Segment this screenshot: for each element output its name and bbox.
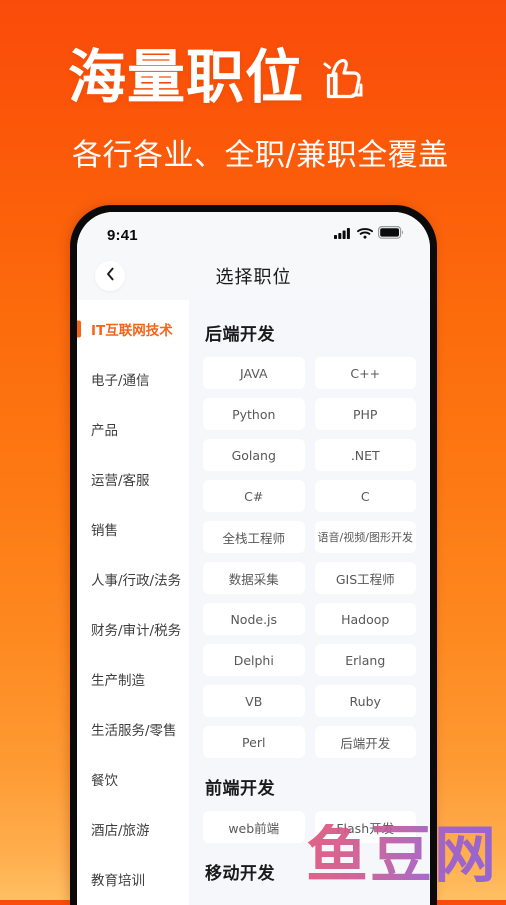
sidebar-item-hr[interactable]: 人事/行政/法务 [77,554,189,604]
sidebar-item-product[interactable]: 产品 [77,404,189,454]
nav-bar: 选择职位 [77,252,430,300]
cellular-signal-icon [334,226,352,244]
tag-item[interactable]: Ruby [314,685,416,717]
sidebar-item-label: 生活服务/零售 [91,723,177,739]
battery-icon [378,226,404,244]
sidebar-item-label: 生产制造 [91,673,145,689]
back-button[interactable] [95,261,125,291]
tag-item[interactable]: Erlang [314,644,416,676]
status-time: 9:41 [107,226,138,244]
sidebar-item-label: IT互联网技术 [91,323,173,339]
sidebar-item-manufacturing[interactable]: 生产制造 [77,654,189,704]
sidebar-item-finance[interactable]: 财务/审计/税务 [77,604,189,654]
tag-item[interactable]: 语音/视频/图形开发 [314,521,416,553]
hero-subtitle: 各行各业、全职/兼职全覆盖 [72,138,449,173]
tag-item[interactable]: 全栈工程师 [203,521,305,553]
sidebar-item-retail[interactable]: 生活服务/零售 [77,704,189,754]
sidebar-item-sales[interactable]: 销售 [77,504,189,554]
sidebar-item-it[interactable]: IT互联网技术 [77,304,189,354]
group-title-mobile: 移动开发 [205,864,275,884]
tag-item[interactable]: 数据采集 [203,562,305,594]
chevron-left-icon [105,267,116,286]
tag-item[interactable]: C [314,480,416,512]
tag-item[interactable]: C# [203,480,305,512]
sidebar-item-hotel[interactable]: 酒店/旅游 [77,804,189,854]
sidebar-item-label: 酒店/旅游 [91,823,150,839]
tag-item[interactable]: 后端开发 [314,726,416,758]
thumbs-up-icon [320,54,366,107]
group-title-frontend: 前端开发 [205,779,275,799]
sidebar-item-label: 运营/客服 [91,473,150,489]
status-bar: 9:41 [77,212,430,252]
tag-item[interactable]: PHP [314,398,416,430]
tag-item[interactable]: Perl [203,726,305,758]
status-icons [334,226,404,244]
sidebar-item-operations[interactable]: 运营/客服 [77,454,189,504]
sidebar-item-electronics[interactable]: 电子/通信 [77,354,189,404]
tag-item[interactable]: Golang [203,439,305,471]
job-tag-panel: 后端开发 JAVA C++ Python PHP Golang .NET C# … [189,300,430,905]
sidebar-item-label: 产品 [91,423,118,439]
tag-item[interactable]: Hadoop [314,603,416,635]
group-title-backend: 后端开发 [205,325,275,345]
category-sidebar[interactable]: IT互联网技术 电子/通信 产品 运营/客服 销售 人事/行政/法务 财务/审计… [77,300,189,905]
sidebar-item-catering[interactable]: 餐饮 [77,754,189,804]
sidebar-item-label: 财务/审计/税务 [91,623,182,639]
hero-title-row: 海量职位 [68,46,366,108]
sidebar-item-label: 电子/通信 [91,373,150,389]
tag-item[interactable]: VB [203,685,305,717]
tag-item[interactable]: web前端 [203,811,305,843]
tag-item[interactable]: Delphi [203,644,305,676]
tag-item[interactable]: GIS工程师 [314,562,416,594]
tag-grid-backend: JAVA C++ Python PHP Golang .NET C# C 全栈工… [203,357,416,758]
tag-item[interactable]: Python [203,398,305,430]
tag-item[interactable]: Node.js [203,603,305,635]
content-area: IT互联网技术 电子/通信 产品 运营/客服 销售 人事/行政/法务 财务/审计… [77,300,430,905]
phone-screen: 9:41 选择职位 IT互联网技术 电子/通信 产品 运营/客服 销售 人事/行… [77,212,430,905]
page-title: 海量职位 [68,43,305,111]
tag-item[interactable]: .NET [314,439,416,471]
sidebar-item-label: 人事/行政/法务 [91,573,182,589]
phone-mockup: 9:41 选择职位 IT互联网技术 电子/通信 产品 运营/客服 销售 人事/行… [70,205,437,905]
tag-item[interactable]: JAVA [203,357,305,389]
tag-grid-frontend: web前端 Flash开发 [203,811,416,843]
tag-item[interactable]: Flash开发 [314,811,416,843]
sidebar-item-label: 教育培训 [91,873,145,889]
sidebar-item-label: 餐饮 [91,773,118,789]
wifi-icon [357,226,373,244]
sidebar-item-education[interactable]: 教育培训 [77,854,189,904]
nav-title: 选择职位 [215,267,292,288]
tag-item[interactable]: C++ [314,357,416,389]
sidebar-item-label: 销售 [91,523,118,539]
hero-banner: 海量职位 各行各业、全职/兼职全覆盖 [0,0,506,205]
